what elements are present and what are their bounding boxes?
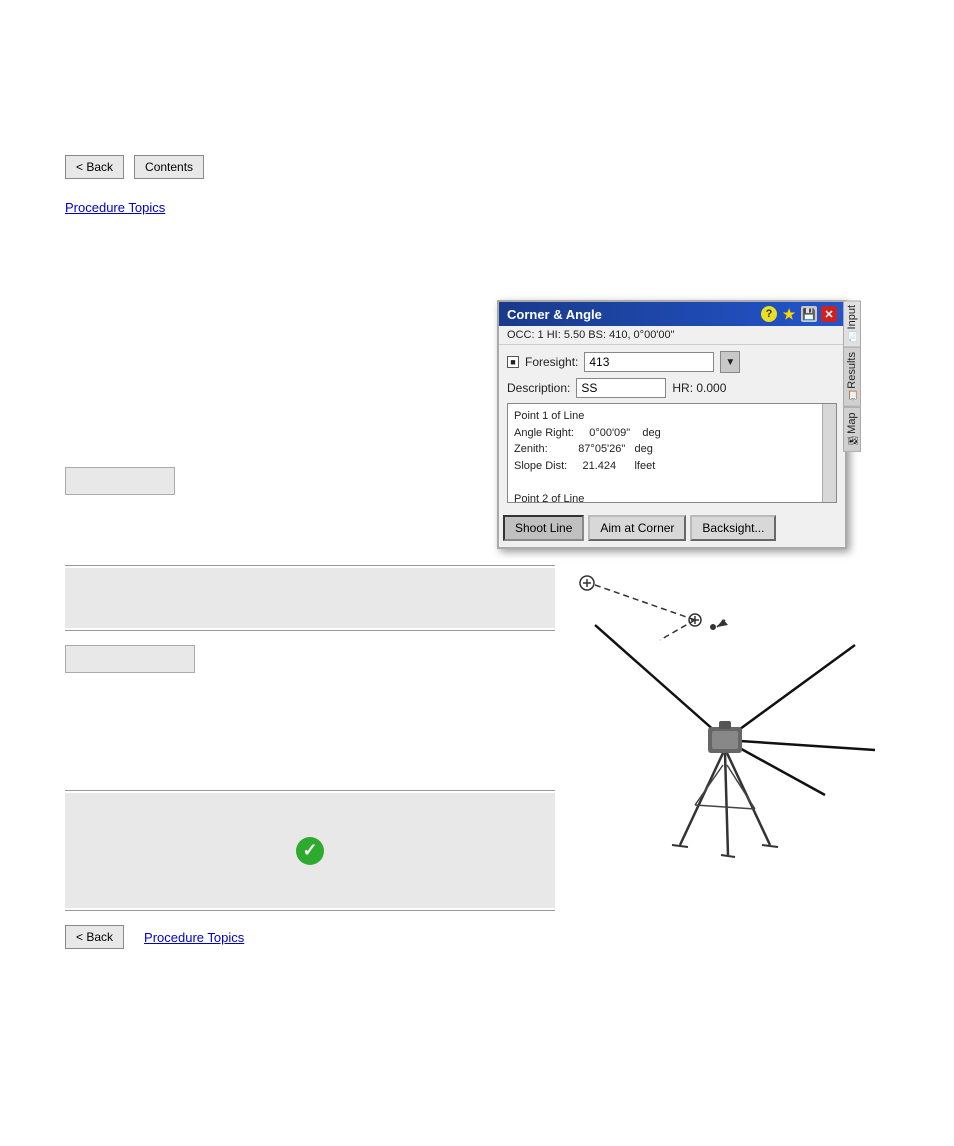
foresight-row: ■ Foresight: ▼	[507, 351, 837, 373]
content-line-3: Zenith: 87°05'26" deg	[514, 441, 814, 458]
bottom-row: < Back Procedure Topics	[65, 925, 244, 949]
description-input[interactable]	[576, 378, 666, 398]
corner-angle-dialog: Corner & Angle ? ★ 💾 ✕ OCC: 1 HI: 5.50 B…	[497, 300, 847, 549]
shoot-line-button[interactable]: Shoot Line	[503, 515, 584, 541]
dialog-body: ■ Foresight: ▼ Description: HR: 0.000 Po…	[499, 345, 845, 515]
content-line-4: Slope Dist: 21.424 lfeet	[514, 458, 814, 475]
description-row: Description: HR: 0.000	[507, 378, 837, 398]
foresight-label: Foresight:	[525, 355, 578, 369]
back-button[interactable]: < Back	[65, 155, 124, 179]
procedure-topics-link-bottom[interactable]: Procedure Topics	[144, 930, 244, 945]
aim-at-corner-button[interactable]: Aim at Corner	[588, 515, 686, 541]
titlebar-icons: ? ★ 💾 ✕	[761, 306, 837, 322]
divider-4	[65, 910, 555, 911]
content-line-2: Angle Right: 0°00'09" deg	[514, 425, 814, 442]
dialog-content-area: Point 1 of Line Angle Right: 0°00'09" de…	[507, 403, 837, 503]
diagram-svg	[565, 565, 885, 895]
dialog-titlebar: Corner & Angle ? ★ 💾 ✕	[499, 302, 845, 326]
gray-box-button-2[interactable]	[65, 645, 195, 673]
foresight-input[interactable]	[584, 352, 714, 372]
content-box-2: ✓	[65, 793, 555, 908]
save-icon[interactable]: 💾	[801, 306, 817, 322]
description-label: Description:	[507, 381, 570, 395]
dialog-title: Corner & Angle	[507, 307, 602, 322]
side-tabs: 📄Input 📋Results 🗺Map	[843, 300, 861, 452]
content-line-1: Point 1 of Line	[514, 408, 814, 425]
dialog-info-row: OCC: 1 HI: 5.50 BS: 410, 0°00'00"	[499, 326, 845, 345]
hr-label: HR: 0.000	[672, 381, 726, 395]
tab-map[interactable]: 🗺Map	[843, 407, 861, 452]
tab-results[interactable]: 📋Results	[843, 347, 861, 407]
divider-2	[65, 630, 555, 631]
foresight-dropdown[interactable]: ▼	[720, 351, 740, 373]
contents-button[interactable]: Contents	[134, 155, 204, 179]
success-checkmark: ✓	[296, 837, 324, 865]
content-scrollbar[interactable]	[822, 404, 836, 502]
tab-input[interactable]: 📄Input	[843, 300, 861, 347]
foresight-checkbox[interactable]: ■	[507, 356, 519, 368]
star-icon[interactable]: ★	[781, 306, 797, 322]
divider-1	[65, 565, 555, 566]
help-icon[interactable]: ?	[761, 306, 777, 322]
gray-box-button-1[interactable]	[65, 467, 175, 495]
backsight-button[interactable]: Backsight...	[690, 515, 776, 541]
top-buttons: < Back Contents	[65, 155, 204, 179]
close-icon[interactable]: ✕	[821, 306, 837, 322]
dialog-action-buttons: Shoot Line Aim at Corner Backsight...	[499, 515, 845, 547]
content-box-1	[65, 568, 555, 628]
content-line-5	[514, 474, 814, 491]
content-line-6: Point 2 of Line	[514, 491, 814, 504]
procedure-topics-link[interactable]: Procedure Topics	[65, 200, 165, 215]
divider-3	[65, 790, 555, 791]
back-button-bottom[interactable]: < Back	[65, 925, 124, 949]
survey-diagram	[565, 565, 885, 895]
